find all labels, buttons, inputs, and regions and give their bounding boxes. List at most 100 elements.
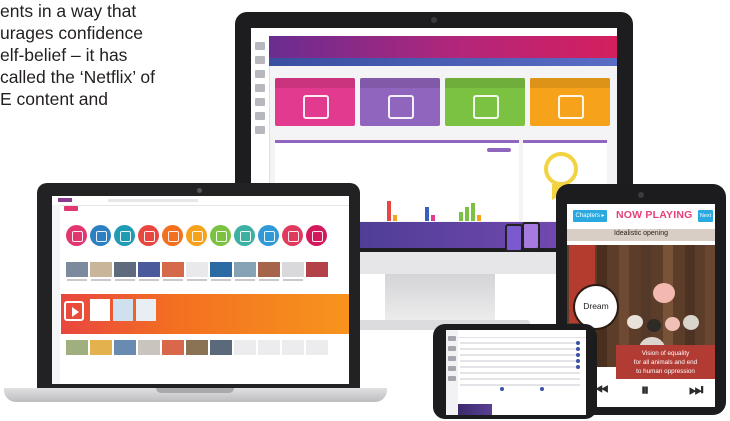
phone-menu-icon[interactable] — [448, 366, 456, 371]
phone-list-row[interactable] — [460, 366, 580, 368]
chart-bar — [393, 215, 397, 221]
thumbnail-caption — [163, 279, 183, 281]
phone-list-row[interactable] — [460, 348, 580, 350]
phone-list-row[interactable] — [460, 384, 580, 386]
content-thumbnail[interactable] — [186, 340, 208, 355]
featured-card[interactable] — [113, 299, 133, 321]
thumbnail-caption — [187, 279, 207, 281]
content-thumbnail[interactable] — [306, 262, 328, 277]
content-thumbnail[interactable] — [114, 262, 136, 277]
phone-status-dot — [576, 365, 580, 369]
sidebar-home-icon[interactable] — [255, 42, 265, 50]
chart-bar — [459, 212, 463, 221]
chart-bar — [387, 201, 391, 221]
content-thumbnail[interactable] — [210, 340, 232, 355]
monitor-subheader-bar — [269, 58, 617, 66]
chart-bar — [465, 207, 469, 221]
content-thumbnail[interactable] — [90, 340, 112, 355]
monitor-camera — [431, 17, 437, 23]
tile-title-band — [445, 78, 525, 88]
phone-status-dot — [576, 353, 580, 357]
subject-circle-icon[interactable] — [210, 225, 231, 246]
award-ribbon-icon — [544, 152, 578, 186]
sidebar-chart-icon[interactable] — [255, 126, 265, 134]
pause-icon[interactable]: ⏸ — [641, 382, 649, 400]
phone-status-dot — [576, 341, 580, 345]
subject-circle-icon[interactable] — [66, 225, 87, 246]
content-thumbnail[interactable] — [282, 262, 304, 277]
scene-caption: Vision of equality for all animals and e… — [616, 345, 715, 379]
phone-list-row[interactable] — [460, 342, 580, 344]
content-thumbnail[interactable] — [186, 262, 208, 277]
content-thumbnail[interactable] — [66, 340, 88, 355]
content-thumbnail[interactable] — [66, 262, 88, 277]
thumbnail-caption — [115, 279, 135, 281]
phone-list-row[interactable] — [460, 378, 580, 380]
phone-list-row[interactable] — [460, 372, 580, 374]
intro-paragraph: ents in a way that urages confidence elf… — [0, 0, 230, 110]
next-track-icon[interactable]: ⏭ — [689, 382, 703, 400]
phone-menu-icon[interactable] — [448, 336, 456, 341]
content-thumbnail[interactable] — [234, 340, 256, 355]
phone-menu-icon[interactable] — [448, 356, 456, 361]
caption-line-2: for all animals and end — [633, 359, 698, 366]
subject-circle-icon[interactable] — [282, 225, 303, 246]
featured-card[interactable] — [136, 299, 156, 321]
sidebar-lessons-icon[interactable] — [255, 70, 265, 78]
phone-header — [458, 332, 586, 338]
phone-list-row[interactable] — [460, 354, 580, 356]
chapters-button[interactable]: Chapters ▸ — [573, 210, 607, 222]
thumbnail-caption — [139, 279, 159, 281]
laptop-sidebar — [52, 205, 60, 384]
content-thumbnail[interactable] — [258, 262, 280, 277]
chart-bar — [425, 207, 429, 221]
promo-phone-image — [505, 224, 523, 252]
promo-phone-image — [522, 222, 540, 250]
search-book-icon — [388, 95, 414, 119]
subject-circle-icon[interactable] — [90, 225, 111, 246]
subject-circle-icon[interactable] — [114, 225, 135, 246]
content-thumbnail[interactable] — [90, 262, 112, 277]
phone-menu-icon[interactable] — [448, 346, 456, 351]
content-thumbnail[interactable] — [138, 340, 160, 355]
content-thumbnail[interactable] — [162, 340, 184, 355]
subject-circle-icon[interactable] — [186, 225, 207, 246]
subject-circle-icon[interactable] — [258, 225, 279, 246]
laptop-search-input[interactable] — [108, 199, 198, 202]
laptop-brand-logo[interactable] — [58, 198, 72, 202]
laptop-active-tab[interactable] — [64, 206, 78, 211]
subject-circle-icon[interactable] — [306, 225, 327, 246]
phone-status-dot — [540, 387, 544, 391]
play-video-icon[interactable] — [64, 301, 84, 321]
phone-list-row[interactable] — [460, 360, 580, 362]
content-thumbnail[interactable] — [234, 262, 256, 277]
thumbnail-caption — [259, 279, 279, 281]
content-thumbnail[interactable] — [282, 340, 304, 355]
subject-circle-icon[interactable] — [234, 225, 255, 246]
phone-status-dot — [500, 387, 504, 391]
content-thumbnail[interactable] — [138, 262, 160, 277]
content-thumbnail[interactable] — [114, 340, 136, 355]
sidebar-settings-icon[interactable] — [255, 112, 265, 120]
subject-circle-icon[interactable] — [162, 225, 183, 246]
phone-menu-icon[interactable] — [448, 376, 456, 381]
phone-promo-thumbnail[interactable] — [458, 404, 492, 415]
thumbnail-caption — [91, 279, 111, 281]
now-playing-title: NOW PLAYING — [616, 209, 693, 221]
tablet-camera — [638, 192, 644, 198]
content-thumbnail[interactable] — [306, 340, 328, 355]
phone-status-dot — [576, 359, 580, 363]
filter-chip[interactable] — [487, 148, 511, 152]
sidebar-favourites-icon[interactable] — [255, 84, 265, 92]
laptop-screen — [52, 196, 349, 384]
content-thumbnail[interactable] — [258, 340, 280, 355]
content-thumbnail[interactable] — [162, 262, 184, 277]
sidebar-reports-icon[interactable] — [255, 98, 265, 106]
content-thumbnail[interactable] — [210, 262, 232, 277]
tile-icon — [303, 95, 329, 119]
chart-bar — [477, 215, 481, 221]
featured-card[interactable] — [90, 299, 110, 321]
subject-circle-icon[interactable] — [138, 225, 159, 246]
sidebar-library-icon[interactable] — [255, 56, 265, 64]
next-button[interactable]: Next — [698, 210, 713, 222]
